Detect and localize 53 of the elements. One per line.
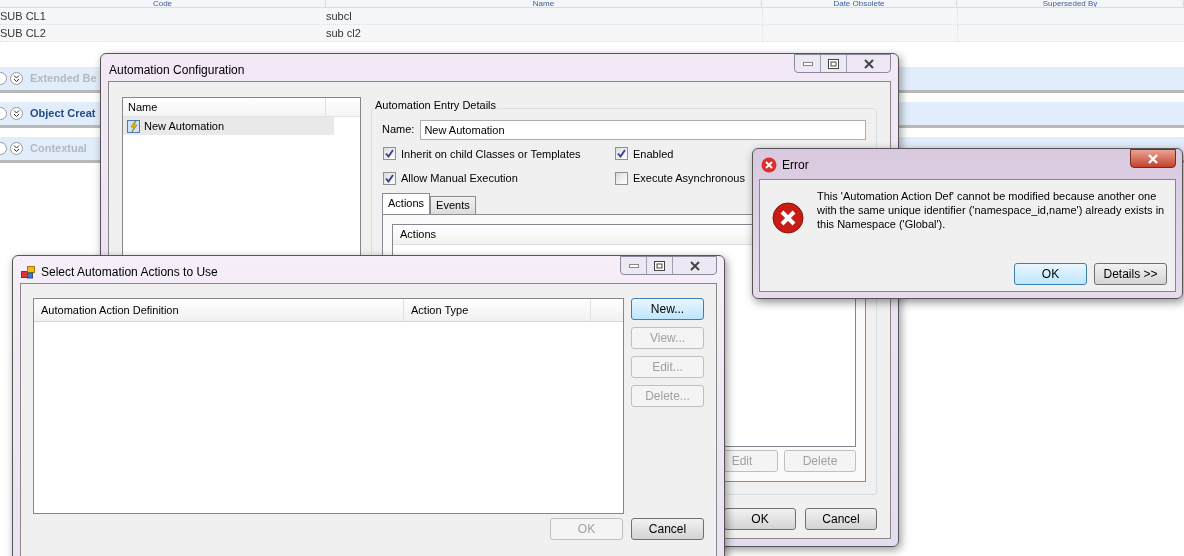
button[interactable]: New... — [631, 298, 704, 320]
double-chevron-icon — [10, 142, 23, 155]
column-header: Name — [123, 98, 326, 116]
button[interactable]: Cancel — [631, 518, 704, 540]
double-chevron-icon — [10, 72, 23, 85]
window-title: Error — [782, 157, 809, 174]
column-header: Superseded By — [957, 0, 1184, 7]
field-label: Name: — [382, 122, 415, 138]
tab[interactable]: Actions — [382, 192, 431, 214]
checkmark-icon — [385, 149, 394, 159]
window-title: Select Automation Actions to Use — [41, 264, 218, 281]
close-icon — [862, 58, 875, 69]
name-field[interactable]: New Automation — [420, 119, 866, 140]
button[interactable]: OK — [724, 508, 796, 530]
checkbox[interactable] — [383, 147, 396, 161]
button[interactable]: Cancel — [805, 508, 877, 530]
checkbox-label: Execute Asynchronous — [633, 171, 745, 186]
checkbox[interactable] — [615, 171, 628, 185]
double-chevron-icon — [10, 107, 23, 120]
minimize-icon — [628, 263, 639, 268]
checkbox[interactable] — [615, 147, 628, 161]
minimize-icon — [802, 61, 813, 66]
checkbox-label: Inherit on child Classes or Templates — [401, 146, 581, 162]
button[interactable]: OK — [1014, 263, 1087, 285]
column-header: Code — [0, 0, 326, 7]
checkbox[interactable] — [383, 171, 396, 185]
close-icon — [1147, 153, 1159, 164]
button[interactable]: Details >> — [1094, 263, 1167, 285]
maximize-icon — [654, 260, 665, 271]
column-header: Action Type — [404, 299, 591, 321]
column-header: Name — [326, 0, 762, 7]
close-button[interactable] — [1130, 149, 1176, 168]
error-message: This 'Automation Action Def' cannot be modified because another one with the same unique identifier ('namespace_id,name') already exists in this Namespace ('Global'). — [817, 189, 1166, 232]
checkbox-label: Allow Manual Execution — [401, 171, 518, 186]
table-cell: subcl — [326, 10, 352, 22]
lightning-page-icon — [126, 118, 142, 134]
checkmark-icon — [385, 173, 394, 183]
window-title: Automation Configuration — [109, 62, 245, 79]
tab[interactable]: Events — [430, 195, 476, 214]
checkmark-icon — [617, 149, 626, 159]
column-header: Date Obsolete — [762, 0, 957, 7]
column-header: Automation Action Definition — [34, 299, 404, 321]
app-icon — [21, 265, 35, 279]
checkbox-label: Enabled — [633, 146, 674, 162]
table-cell: SUB CL1 — [0, 10, 46, 22]
maximize-icon — [828, 58, 839, 69]
list-item[interactable]: New Automation — [123, 117, 334, 135]
column-header: Actions — [399, 226, 437, 242]
close-icon — [688, 260, 701, 271]
error-icon — [761, 157, 777, 173]
table-cell: SUB CL2 — [0, 27, 46, 39]
table-cell: sub cl2 — [326, 27, 361, 39]
error-icon — [772, 202, 804, 234]
